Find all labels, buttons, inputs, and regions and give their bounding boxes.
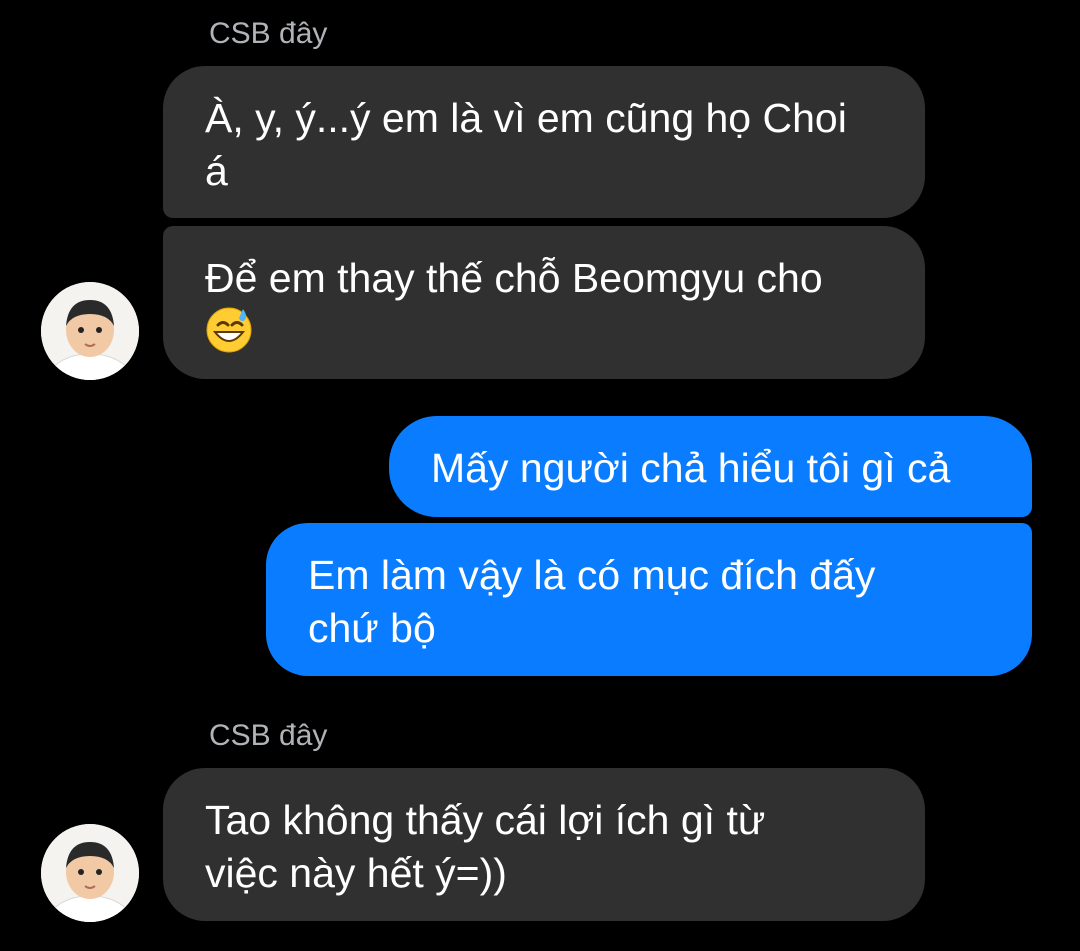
avatar[interactable] — [41, 824, 139, 922]
message-text: Mấy người chả hiểu tôi gì cả — [431, 445, 951, 491]
message-text: À, y, ý...ý em là vì em cũng họ Choi — [205, 95, 847, 141]
sender-name: CSB đây — [209, 17, 328, 50]
message-text: việc này hết ý=)) — [205, 850, 507, 896]
message-bubble-incoming[interactable]: À, y, ý...ý em là vì em cũng họ Choi á — [163, 66, 925, 218]
sender-name: CSB đây — [209, 719, 328, 752]
message-text: Em làm vậy là có mục đích đấy — [308, 552, 876, 598]
avatar[interactable] — [41, 282, 139, 380]
message-bubble-incoming[interactable]: Để em thay thế chỗ Beomgyu cho — [163, 226, 925, 379]
message-bubble-incoming[interactable]: Tao không thấy cái lợi ích gì từ việc nà… — [163, 768, 925, 921]
message-text: á — [205, 148, 228, 194]
message-emoji-line — [205, 305, 885, 366]
message-text: chứ bộ — [308, 605, 436, 651]
message-text: Tao không thấy cái lợi ích gì từ — [205, 797, 766, 843]
message-bubble-outgoing[interactable]: Em làm vậy là có mục đích đấy chứ bộ — [266, 523, 1032, 676]
message-text: Để em thay thế chỗ Beomgyu cho — [205, 255, 823, 301]
message-bubble-outgoing[interactable]: Mấy người chả hiểu tôi gì cả — [389, 416, 1032, 517]
grinning-sweat-icon — [205, 305, 253, 366]
